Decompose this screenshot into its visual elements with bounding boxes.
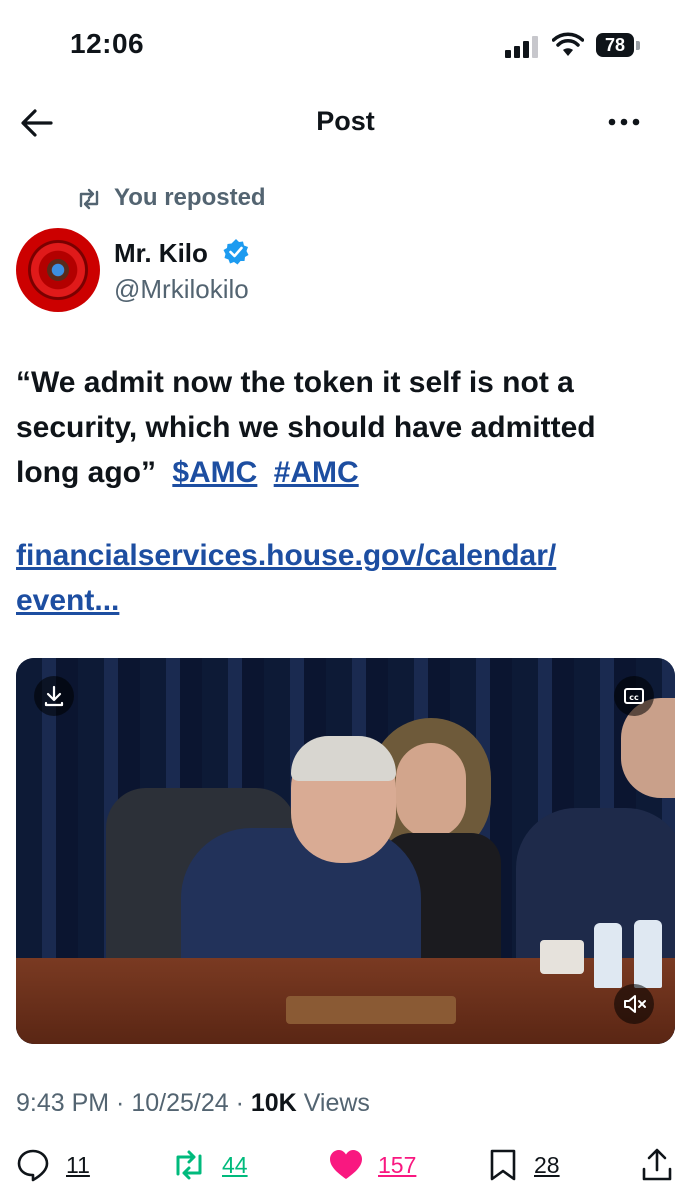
meta-separator: · xyxy=(109,1089,132,1117)
closed-captions-icon: cc xyxy=(624,688,644,704)
bookmark-count[interactable]: 28 xyxy=(534,1152,560,1179)
download-button[interactable] xyxy=(34,676,74,716)
more-options-icon[interactable] xyxy=(606,108,642,136)
status-time: 12:06 xyxy=(70,28,145,59)
cashtag-link[interactable]: $AMC xyxy=(172,456,257,489)
meta-separator: · xyxy=(228,1089,251,1117)
battery-tip xyxy=(636,41,640,50)
video-nameplate xyxy=(286,996,456,1024)
repost-icon xyxy=(79,188,99,210)
reply-icon[interactable] xyxy=(16,1148,50,1182)
views-count[interactable]: 10K xyxy=(251,1089,297,1117)
views-label: Views xyxy=(296,1089,370,1117)
video-person-main-hair xyxy=(291,736,396,781)
video-bottle-2 xyxy=(634,920,662,988)
video-cup xyxy=(540,940,584,974)
svg-text:cc: cc xyxy=(629,693,639,702)
back-arrow-icon[interactable] xyxy=(20,106,54,140)
video-bottle-1 xyxy=(594,923,622,988)
author-handle[interactable]: @Mrkilokilo xyxy=(114,274,249,305)
tweet-text: “We admit now the token it self is not a… xyxy=(16,360,666,495)
reply-count[interactable]: 11 xyxy=(66,1152,90,1179)
post-meta: 9:43 PM · 10/25/24 · 10K Views xyxy=(16,1089,370,1118)
like-count[interactable]: 157 xyxy=(378,1152,416,1179)
avatar[interactable] xyxy=(16,228,100,312)
url-line-1[interactable]: financialservices.house.gov/calendar/ xyxy=(16,539,556,572)
post-time: 9:43 PM xyxy=(16,1089,110,1117)
battery-indicator: 78 xyxy=(596,33,634,57)
wifi-icon xyxy=(552,32,584,56)
url-line-2[interactable]: event... xyxy=(16,584,119,617)
video-player[interactable]: cc xyxy=(16,658,675,1044)
page-title: Post xyxy=(316,106,375,136)
repost-count[interactable]: 44 xyxy=(222,1152,248,1179)
repost-button-icon[interactable] xyxy=(172,1148,206,1182)
hashtag-link[interactable]: #AMC xyxy=(274,456,359,489)
share-icon[interactable] xyxy=(640,1148,674,1182)
post-date: 10/25/24 xyxy=(131,1089,229,1117)
author-name[interactable]: Mr. Kilo xyxy=(114,238,208,269)
cellular-signal-icon xyxy=(505,36,541,58)
video-person-woman-face xyxy=(396,743,466,838)
muted-speaker-icon xyxy=(624,995,646,1013)
captions-button[interactable]: cc xyxy=(614,676,654,716)
reposted-label: You reposted xyxy=(114,184,266,211)
verified-badge-icon xyxy=(223,239,249,265)
bookmark-icon[interactable] xyxy=(486,1148,520,1182)
download-icon xyxy=(44,685,64,707)
external-link[interactable]: financialservices.house.gov/calendar/ ev… xyxy=(16,533,666,623)
heart-icon[interactable] xyxy=(328,1148,364,1182)
mute-button[interactable] xyxy=(614,984,654,1024)
